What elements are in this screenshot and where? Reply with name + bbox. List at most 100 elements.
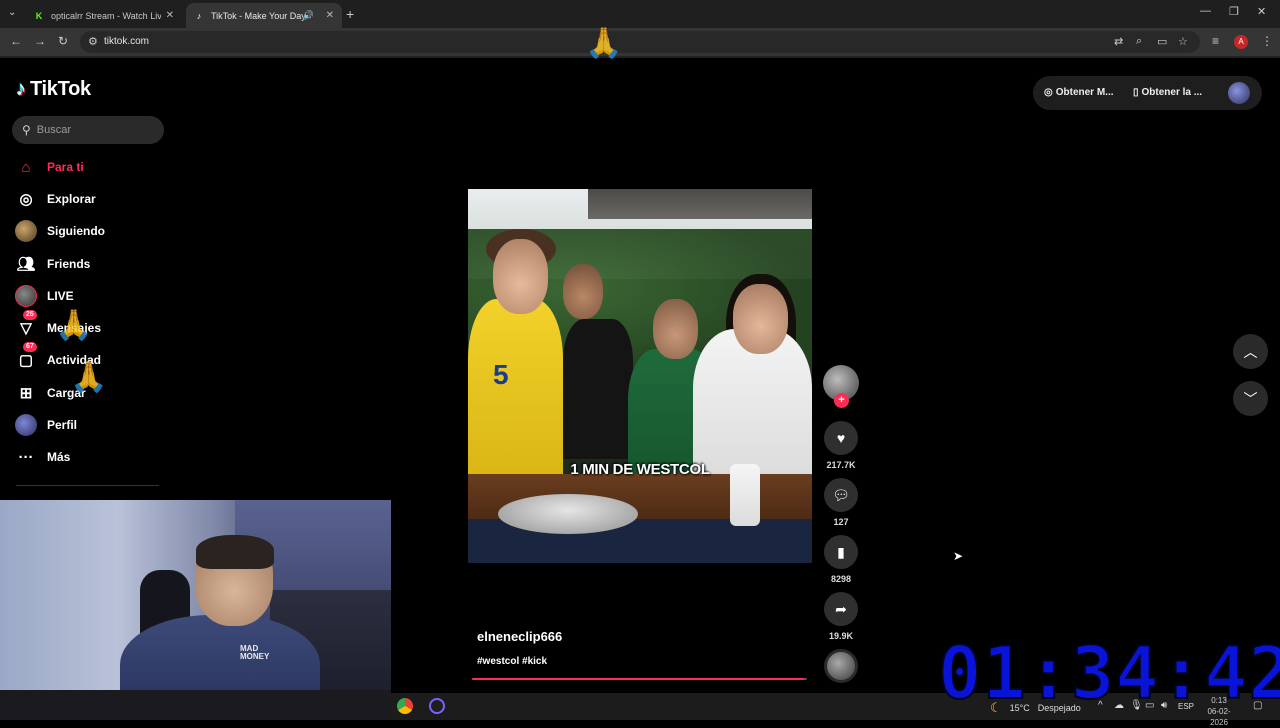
home-icon: ⌂ xyxy=(21,158,31,176)
video-player[interactable]: 5 1 MIN DE WESTCOL xyxy=(468,189,812,563)
messages-badge: 25 xyxy=(23,310,37,320)
mouse-cursor: ➤ xyxy=(953,549,964,563)
sidebar-item-label: Perfil xyxy=(47,418,78,432)
translate-icon[interactable]: ⇄ xyxy=(1114,35,1123,48)
webcam-overlay: MAD MONEY xyxy=(0,500,391,720)
save-action[interactable]: ▮ 8298 xyxy=(824,535,858,584)
send-icon: ▽ 25 xyxy=(14,310,38,340)
sidebar-item-para-ti[interactable]: ⌂ Para ti xyxy=(14,154,84,180)
sidebar-item-label: Siguiendo xyxy=(47,224,105,238)
search-input[interactable] xyxy=(36,124,147,136)
get-app-button[interactable]: ▯ Obtener la ... xyxy=(1133,87,1202,98)
praying-hands-sticker: 🙏 xyxy=(70,361,108,394)
tab-search-icon[interactable]: ⌄ xyxy=(8,7,16,18)
address-bar[interactable]: ⚙ tiktok.com ⇄ ⌕ ▭ ☆ xyxy=(80,31,1200,53)
bookmark-star-icon[interactable]: ☆ xyxy=(1178,35,1188,48)
heart-icon[interactable]: ♥ xyxy=(824,421,858,455)
chrome-taskbar-icon[interactable] xyxy=(397,698,413,714)
previous-video-button[interactable]: ︿ xyxy=(1233,334,1268,369)
tab-title: TikTok - Make Your Day xyxy=(211,10,306,21)
stream-timer: 01:34:42 xyxy=(937,631,1280,715)
close-window-icon[interactable]: ✕ xyxy=(1257,5,1266,18)
tab-title: opticalrr Stream - Watch Live o xyxy=(51,10,161,21)
sidebar-item-label: Para ti xyxy=(47,160,84,174)
browser-toolbar: ← → ↻ ⚙ tiktok.com ⇄ ⌕ ▭ ☆ ≡ A ⋮ xyxy=(0,28,1280,56)
media-controls-icon[interactable]: ≡ xyxy=(1212,34,1219,48)
compass-icon: ◎ xyxy=(19,191,33,208)
phone-icon: ▯ xyxy=(1133,87,1139,98)
sidebar-item-label: Explorar xyxy=(47,192,96,206)
bookmark-icon[interactable]: ▮ xyxy=(824,535,858,569)
comment-count: 127 xyxy=(833,517,849,527)
tab-tiktok[interactable]: ♪ TikTok - Make Your Day 🔊 ✕ xyxy=(186,3,342,28)
inbox-icon: ▢ 67 xyxy=(14,342,38,372)
sidebar-item-label: Friends xyxy=(47,257,91,271)
kick-icon: K xyxy=(35,10,43,21)
share-action[interactable]: ➦ 19.9K xyxy=(824,592,858,641)
logo-text: TikTok xyxy=(30,78,91,100)
upload-icon: ⊞ xyxy=(19,385,33,402)
reload-icon[interactable]: ↻ xyxy=(58,34,68,48)
save-count: 8298 xyxy=(830,574,852,584)
tiktok-note-icon: ♪ xyxy=(16,78,26,100)
new-tab-button[interactable]: + xyxy=(346,6,354,22)
jersey-number: 5 xyxy=(493,359,509,390)
share-icon[interactable]: ➦ xyxy=(824,592,858,626)
close-tab-icon[interactable]: ✕ xyxy=(166,10,174,21)
search-box[interactable]: ⚲ xyxy=(12,116,164,144)
sidebar-divider xyxy=(16,485,159,486)
tab-kick[interactable]: K opticalrr Stream - Watch Live o ✕ xyxy=(26,3,182,28)
praying-hands-sticker: 🙏 xyxy=(585,27,623,60)
sidebar-item-label: LIVE xyxy=(47,289,74,303)
chevron-down-icon: ﹀ xyxy=(1243,390,1258,407)
follow-button[interactable]: + xyxy=(834,393,849,408)
more-icon: ··· xyxy=(18,448,34,466)
praying-hands-sticker: 🙏 xyxy=(55,309,93,342)
search-icon: ⚲ xyxy=(22,123,31,137)
browser-tab-bar: ⌄ K opticalrr Stream - Watch Live o ✕ ♪ … xyxy=(0,0,1280,28)
like-action[interactable]: ♥ 217.7K xyxy=(824,421,858,470)
sidebar-item-perfil[interactable]: Perfil xyxy=(14,412,77,438)
next-video-button[interactable]: ﹀ xyxy=(1233,381,1268,416)
sidebar-item-friends[interactable]: 👥︎ Friends xyxy=(14,251,90,277)
sidebar-item-explorar[interactable]: ◎ Explorar xyxy=(14,186,96,212)
sidebar-item-siguiendo[interactable]: Siguiendo xyxy=(14,218,105,244)
share-count: 19.9K xyxy=(828,631,854,641)
app-taskbar-icon[interactable] xyxy=(429,698,445,714)
tiktok-logo[interactable]: ♪ TikTok xyxy=(16,78,91,101)
restore-icon[interactable]: ❐ xyxy=(1229,5,1239,18)
video-hashtags[interactable]: #westcol #kick xyxy=(477,656,547,667)
cast-icon[interactable]: ▭ xyxy=(1157,35,1167,48)
back-icon[interactable]: ← xyxy=(10,34,22,48)
forward-icon[interactable]: → xyxy=(34,34,46,48)
sidebar-item-live[interactable]: LIVE xyxy=(14,283,74,309)
sidebar-item-mas[interactable]: ··· Más xyxy=(14,444,71,470)
minimize-icon[interactable]: — xyxy=(1200,5,1211,17)
get-coins-button[interactable]: ◎ Obtener M... xyxy=(1044,87,1114,98)
video-progress-bar[interactable] xyxy=(472,678,807,680)
video-progress-fill xyxy=(472,678,804,680)
comment-icon[interactable]: 💬︎ xyxy=(824,478,858,512)
shirt-logo-text: MAD MONEY xyxy=(240,644,270,661)
menu-kebab-icon[interactable]: ⋮ xyxy=(1261,34,1273,48)
music-disc[interactable] xyxy=(824,649,858,683)
following-avatar xyxy=(14,219,38,243)
zoom-icon[interactable]: ⌕ xyxy=(1136,35,1142,48)
video-author[interactable]: elneneclip666 xyxy=(477,629,562,644)
toolbar-divider xyxy=(0,56,1280,58)
user-avatar[interactable] xyxy=(1228,82,1250,104)
close-tab-icon[interactable]: ✕ xyxy=(326,10,334,21)
live-avatar xyxy=(14,284,38,308)
activity-badge: 67 xyxy=(23,342,37,352)
get-coins-label: Obtener M... xyxy=(1055,87,1114,98)
like-count: 217.7K xyxy=(826,460,856,470)
chevron-up-icon: ︿ xyxy=(1243,343,1258,360)
site-info-icon[interactable]: ⚙ xyxy=(88,35,98,48)
speaker-icon[interactable]: 🔊 xyxy=(303,10,314,21)
url-text: tiktok.com xyxy=(104,36,150,47)
sidebar-item-label: Más xyxy=(47,450,71,464)
friends-icon: 👥︎ xyxy=(16,256,36,273)
profile-avatar-icon[interactable]: A xyxy=(1234,35,1248,49)
profile-avatar xyxy=(14,413,38,437)
comment-action[interactable]: 💬︎ 127 xyxy=(824,478,858,527)
